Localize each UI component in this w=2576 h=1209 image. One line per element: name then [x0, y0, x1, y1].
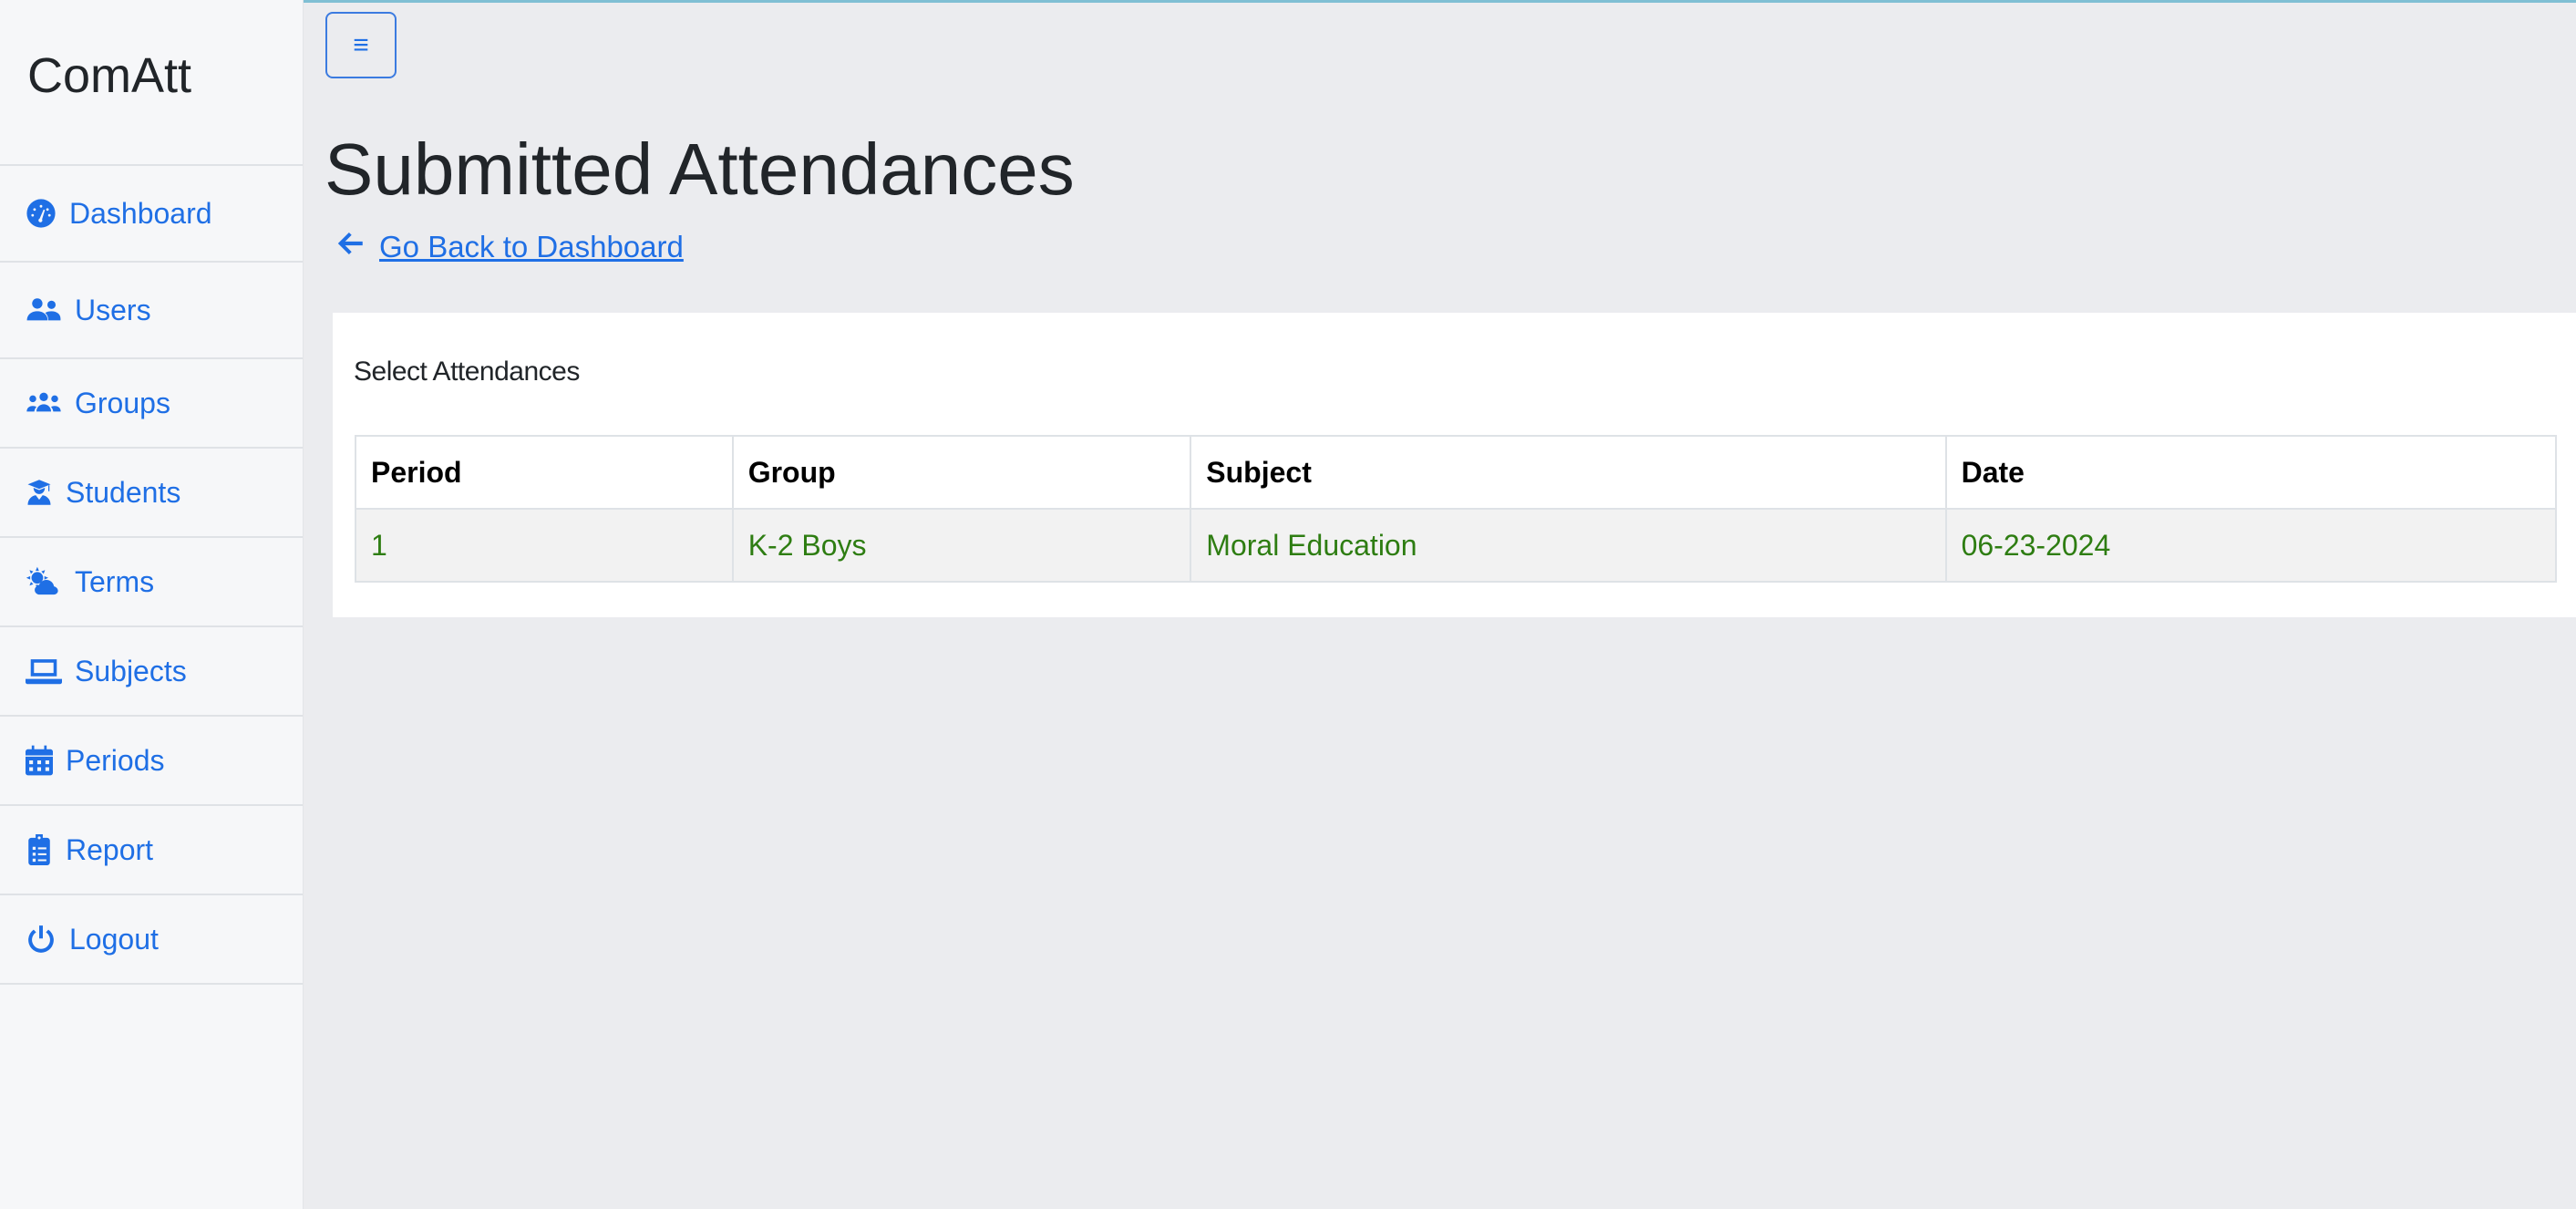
attendance-table: Period Group Subject Date 1 K-2 Boys Mor…	[355, 435, 2558, 583]
column-header-subject: Subject	[1190, 435, 1947, 510]
column-header-group: Group	[731, 435, 1192, 510]
sidebar-item-label: Logout	[69, 922, 159, 956]
attendance-card: Select Attendances Period Group Subject …	[333, 313, 2576, 617]
sidebar-item-label: Terms	[75, 564, 155, 598]
arrow-left-icon	[335, 228, 366, 266]
sidebar-item-terms[interactable]: Terms	[0, 538, 303, 627]
sidebar-item-report[interactable]: Report	[0, 806, 303, 895]
column-header-period: Period	[355, 435, 734, 510]
dashboard-icon	[26, 198, 57, 229]
cell-period[interactable]: 1	[355, 508, 734, 583]
clipboard-list-icon	[26, 834, 53, 865]
sidebar-item-label: Dashboard	[69, 196, 212, 230]
sidebar-item-label: Report	[66, 832, 154, 866]
sidebar-item-users[interactable]: Users	[0, 263, 303, 359]
sidebar-item-students[interactable]: Students	[0, 449, 303, 538]
card-title: Select Attendances	[354, 356, 580, 387]
calendar-icon	[26, 745, 53, 776]
sidebar-item-subjects[interactable]: Subjects	[0, 627, 303, 717]
sidebar: ComAtt Dashboard Users Groups Students T…	[0, 0, 304, 1209]
column-header-date: Date	[1944, 435, 2558, 510]
table-row[interactable]: 1 K-2 Boys Moral Education 06-23-2024	[355, 508, 2558, 583]
brand-title: ComAtt	[0, 0, 303, 166]
table-header-row: Period Group Subject Date	[355, 435, 2558, 510]
student-icon	[26, 477, 53, 508]
cell-date[interactable]: 06-23-2024	[1944, 508, 2558, 583]
sidebar-item-label: Periods	[66, 743, 165, 777]
sidebar-item-logout[interactable]: Logout	[0, 895, 303, 985]
sidebar-item-periods[interactable]: Periods	[0, 717, 303, 806]
groups-icon	[26, 388, 62, 418]
top-border	[0, 0, 2576, 3]
sidebar-item-label: Groups	[75, 386, 170, 419]
cell-group[interactable]: K-2 Boys	[731, 508, 1192, 583]
users-icon	[26, 294, 62, 326]
sidebar-item-groups[interactable]: Groups	[0, 359, 303, 449]
sidebar-item-label: Users	[75, 293, 151, 326]
back-to-dashboard-link[interactable]: Go Back to Dashboard	[335, 228, 684, 266]
cell-subject[interactable]: Moral Education	[1190, 508, 1947, 583]
sidebar-item-dashboard[interactable]: Dashboard	[0, 166, 303, 263]
laptop-icon	[26, 656, 62, 687]
back-link-label: Go Back to Dashboard	[379, 230, 684, 264]
power-icon	[26, 924, 57, 955]
sidebar-item-label: Subjects	[75, 654, 187, 687]
sidebar-item-label: Students	[66, 475, 181, 509]
weather-icon	[26, 566, 62, 597]
sidebar-toggle-button[interactable]: ≡	[325, 12, 397, 78]
page-title: Submitted Attendances	[325, 129, 1075, 210]
